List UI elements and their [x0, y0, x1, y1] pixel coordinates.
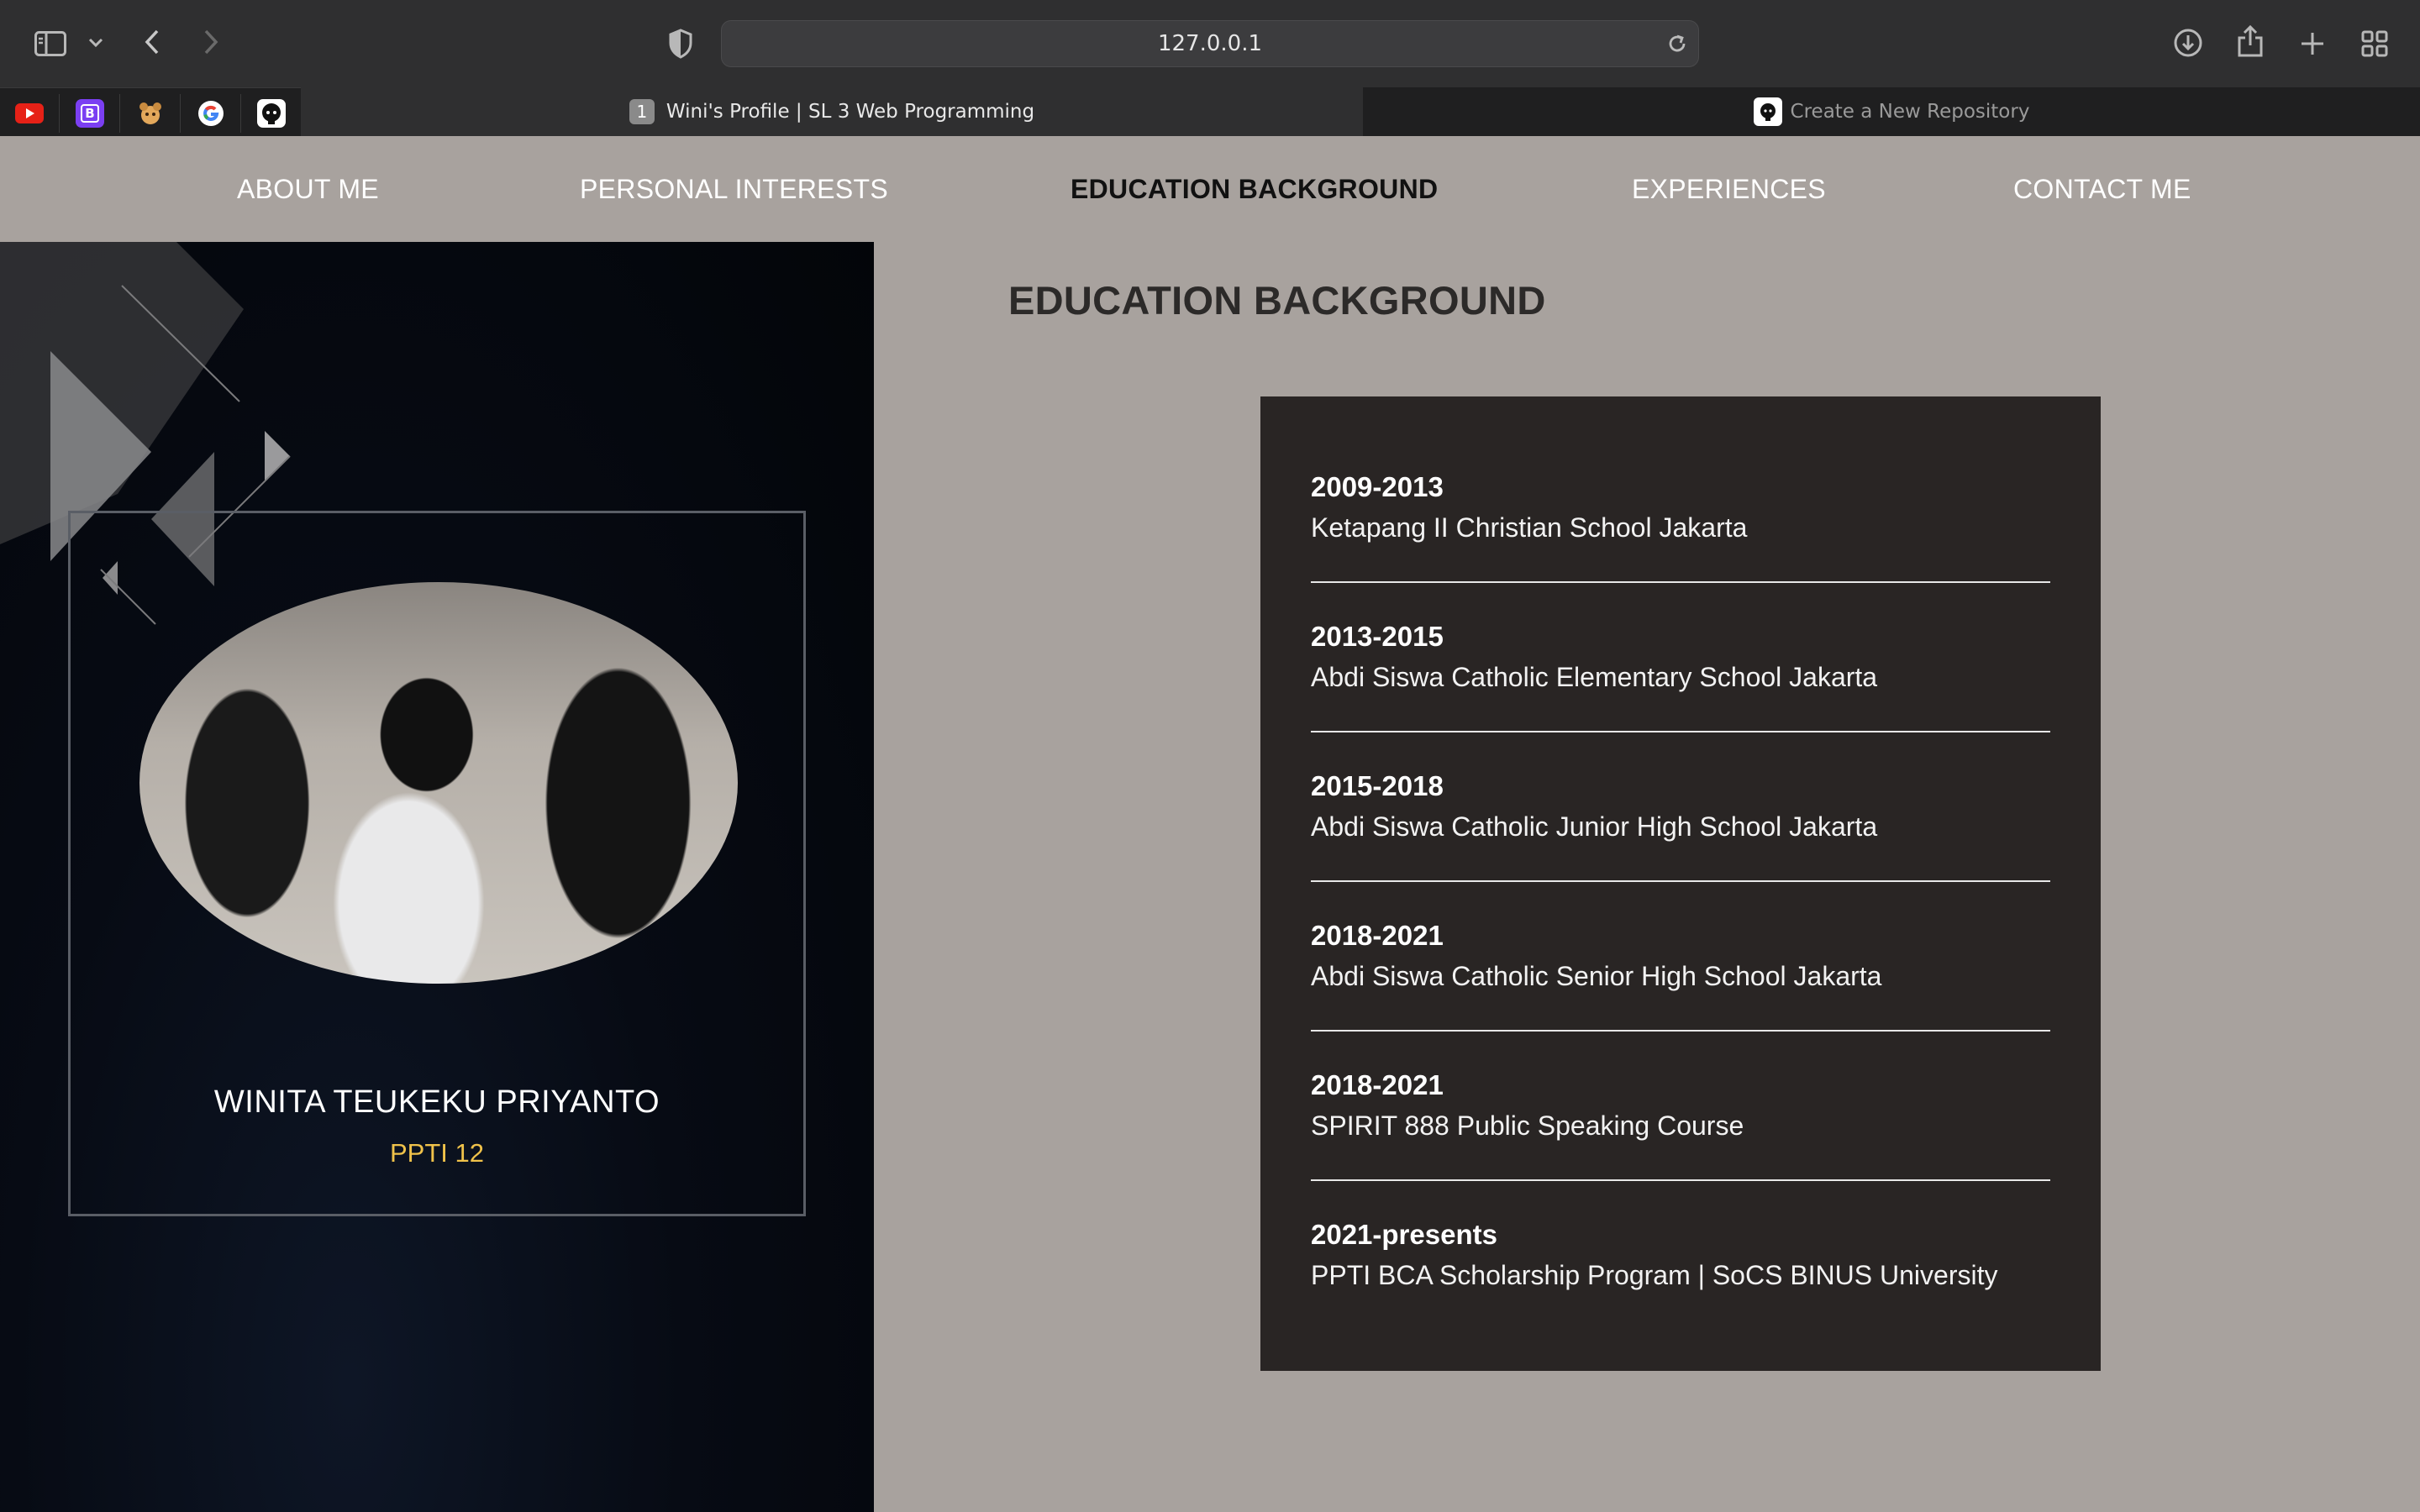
site-navbar: ABOUT ME PERSONAL INTERESTS EDUCATION BA… [0, 136, 2420, 242]
youtube-icon[interactable] [0, 94, 59, 133]
tab-number-badge: 1 [629, 99, 655, 124]
favorites-divider [59, 94, 60, 133]
education-school: SPIRIT 888 Public Speaking Course [1311, 1110, 1744, 1141]
extension-icon[interactable] [121, 94, 180, 133]
address-bar[interactable]: 127.0.0.1 [721, 20, 1699, 67]
education-school: PPTI BCA Scholarship Program | SoCS BINU… [1311, 1260, 1998, 1290]
profile-name: WINITA TEUKEKU PRIYANTO [213, 1084, 660, 1120]
education-years: 2021-presents [1311, 1219, 1497, 1250]
profile-sidebar: WINITA TEUKEKU PRIYANTO PPTI 12 [0, 242, 874, 1512]
new-tab-icon[interactable] [2296, 27, 2329, 60]
divider [1311, 880, 2050, 882]
divider [1311, 1179, 2050, 1181]
education-item: 2013-2015 Abdi Siswa Catholic Elementary… [1311, 618, 2050, 697]
bootstrap-letter: B [81, 104, 99, 123]
reload-icon[interactable] [1665, 31, 1690, 56]
github-icon[interactable] [242, 94, 301, 133]
privacy-shield-icon[interactable] [666, 27, 696, 60]
education-item: 2015-2018 Abdi Siswa Catholic Junior Hig… [1311, 768, 2050, 847]
profile-card: WINITA TEUKEKU PRIYANTO PPTI 12 [68, 511, 806, 1216]
education-item: 2009-2013 Ketapang II Christian School J… [1311, 469, 2050, 548]
profile-photo [139, 582, 738, 984]
education-years: 2018-2021 [1311, 1069, 1444, 1100]
education-card: 2009-2013 Ketapang II Christian School J… [1260, 396, 2101, 1371]
profile-subtitle: PPTI 12 [390, 1138, 484, 1168]
favorites-divider [240, 94, 241, 133]
education-years: 2009-2013 [1311, 471, 1444, 502]
tab-overview-icon[interactable] [2358, 27, 2391, 60]
education-item: 2018-2021 SPIRIT 888 Public Speaking Cou… [1311, 1067, 2050, 1146]
nav-contact-me[interactable]: CONTACT ME [2013, 136, 2191, 242]
share-icon[interactable] [2233, 22, 2267, 60]
education-school: Abdi Siswa Catholic Junior High School J… [1311, 811, 1878, 842]
tab-label: Create a New Repository [1790, 101, 2030, 123]
divider [1311, 1030, 2050, 1032]
chevron-down-icon[interactable] [84, 30, 108, 55]
back-icon[interactable] [139, 25, 165, 59]
google-icon[interactable] [182, 94, 240, 133]
favorites-divider [180, 94, 181, 133]
sidebar-toggle-icon[interactable] [34, 27, 67, 60]
education-school: Abdi Siswa Catholic Senior High School J… [1311, 961, 1882, 991]
divider [1311, 581, 2050, 583]
bootstrap-icon[interactable]: B [60, 94, 119, 133]
tab-create-repository[interactable]: Create a New Repository [1363, 87, 2420, 136]
nav-personal-interests[interactable]: PERSONAL INTERESTS [580, 136, 888, 242]
education-item: 2018-2021 Abdi Siswa Catholic Senior Hig… [1311, 917, 2050, 996]
nav-about-me[interactable]: ABOUT ME [237, 136, 379, 242]
tab-profile[interactable]: 1 Wini's Profile | SL 3 Web Programming [301, 87, 1363, 136]
education-item: 2021-presents PPTI BCA Scholarship Progr… [1311, 1216, 2050, 1295]
download-icon[interactable] [2171, 25, 2205, 60]
favorites-divider [119, 94, 120, 133]
github-icon [1753, 97, 1782, 126]
page-title: EDUCATION BACKGROUND [1008, 278, 1546, 323]
education-school: Ketapang II Christian School Jakarta [1311, 512, 1748, 543]
nav-education-background[interactable]: EDUCATION BACKGROUND [1071, 136, 1438, 242]
education-years: 2015-2018 [1311, 770, 1444, 801]
forward-icon[interactable] [198, 25, 224, 59]
url-text: 127.0.0.1 [1157, 31, 1263, 56]
tab-label: Wini's Profile | SL 3 Web Programming [666, 101, 1035, 123]
education-school: Abdi Siswa Catholic Elementary School Ja… [1311, 662, 1878, 692]
divider [1311, 731, 2050, 732]
education-years: 2018-2021 [1311, 920, 1444, 951]
browser-toolbar: 127.0.0.1 [0, 0, 2420, 87]
nav-experiences[interactable]: EXPERIENCES [1632, 136, 1826, 242]
education-years: 2013-2015 [1311, 621, 1444, 652]
